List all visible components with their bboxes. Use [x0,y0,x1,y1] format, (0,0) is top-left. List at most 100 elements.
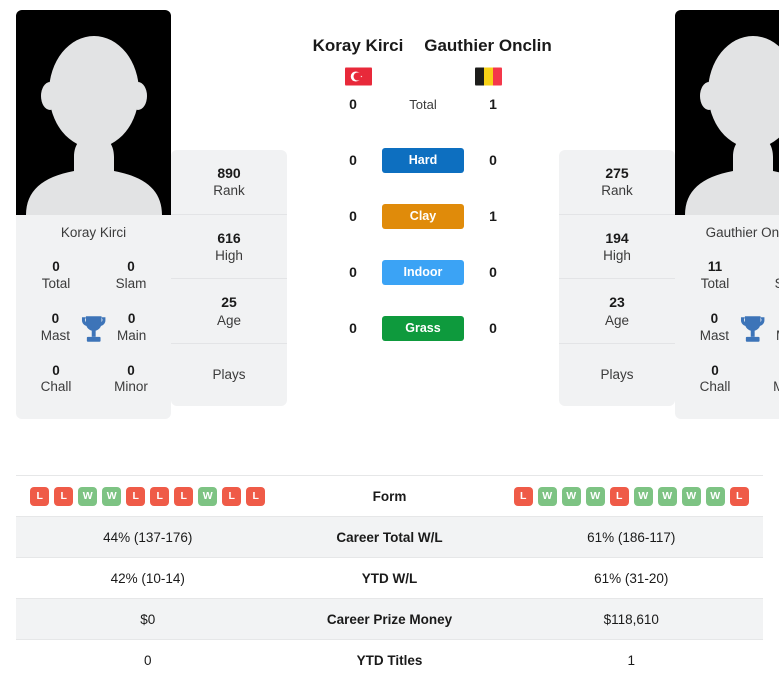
row-label: YTD W/L [361,570,418,586]
player-name-right-card: Gauthier Onclin [705,225,779,240]
row-value-right: $118,610 [603,611,659,627]
title-stat-value: 0 [764,259,779,276]
table-row-career-prize-money: $0 Career Prize Money $118,610 [16,598,763,639]
player-name-left[interactable]: Koray Kirci [293,10,423,59]
title-stat-label: Slam [764,276,779,293]
h2h-score-right: 1 [489,208,497,224]
player-card-right[interactable]: Gauthier Onclin 11 Total 0 Slam 0 Mast [675,10,779,420]
title-stat-label: Total [41,275,71,291]
form-badge-loss: L [126,486,146,506]
title-stat-value: 0 [127,362,135,378]
title-stat-label: Total [700,275,730,291]
form-cell-left: LLWWLLLWLL [16,486,280,506]
table-row-form: LLWWLLLWLL Form LWWWLWWWWL [16,475,763,516]
form-badge-win: W [705,486,725,506]
form-badge-win: W [561,486,581,506]
h2h-score-right: 0 [489,264,497,280]
comparison-stats-table: LLWWLLLWLL Form LWWWLWWWWL 44% (137-176)… [0,475,779,680]
h2h-row-total: 0 Total 1 [293,76,553,132]
form-badge-win: W [585,486,605,506]
stat-value: 616 [217,229,241,246]
stat-value: 23 [609,294,625,311]
title-stat-value: 0 [52,362,60,378]
form-strip-right: LWWWLWWWWL [500,486,764,506]
form-badge-win: W [681,486,701,506]
surface-badge-indoor[interactable]: Indoor [382,259,464,285]
form-cell-right: LWWWLWWWWL [500,486,764,506]
trophy-icon [81,315,106,342]
stat-high-left: 616 High [171,215,287,280]
h2h-row-grass: 0 Grass 0 [293,300,553,356]
form-badge-loss: L [513,486,533,506]
row-value-left: $0 [140,611,156,627]
title-stat-value: 0 [711,362,719,378]
stat-label: Age [216,312,242,328]
title-stat-slam: 0 Slam [764,259,779,293]
h2h-score-left: 0 [349,208,357,224]
title-stat-label: Mast [699,327,730,343]
stat-age-left: 25 Age [171,279,287,345]
stat-age-right: 23 Age [559,279,675,345]
table-row-ytd-titles: 0 YTD Titles 1 [16,639,763,680]
surface-label-total: Total [409,96,437,112]
player-photo-left [16,10,171,215]
title-stat-mast: 0 Mast [30,311,81,345]
surface-badge-grass[interactable]: Grass [382,315,464,341]
stat-label: Rank [601,183,633,199]
h2h-row-indoor: 0 Indoor 0 [293,244,553,300]
title-stat-label: Minor [773,379,779,395]
title-stat-value: 0 [51,310,60,326]
h2h-score-left: 0 [349,152,357,168]
title-stat-label: Slam [115,275,147,291]
form-badge-win: W [198,486,218,506]
row-label: Career Total W/L [336,529,443,545]
title-stat-slam: 0 Slam [105,259,157,293]
h2h-comparison-page: Koray Kirci 0 Total 0 Slam 0 Mast 0 Main… [0,0,779,699]
stat-value: 25 [221,294,237,311]
title-stat-value: 10 [764,363,779,380]
player-card-left[interactable]: Koray Kirci 0 Total 0 Slam 0 Mast 0 Main… [16,10,171,420]
row-value-right: 61% (31-20) [594,570,669,586]
title-stat-total: 0 Total [30,259,82,293]
h2h-score-left: 0 [349,320,357,336]
player-name-left-card: Koray Kirci [60,225,127,240]
player-heading-right: Gauthier Onclin [423,10,553,86]
title-stat-value: 0 [765,311,779,328]
player-heading-left: Koray Kirci [293,10,423,86]
form-badge-loss: L [150,486,170,506]
player-name-right[interactable]: Gauthier Onclin [423,10,553,59]
title-stat-label: Chall [40,379,72,395]
h2h-row-hard: 0 Hard 0 [293,132,553,188]
title-stat-label: Main [765,328,779,345]
title-stat-label: Main [116,327,147,343]
form-badge-win: W [78,486,98,506]
title-stat-label: Chall [699,379,731,395]
h2h-score-left: 0 [349,264,357,280]
titles-row: 0 Mast 0 Main [24,302,163,354]
form-badge-win: W [633,486,653,506]
avatar-silhouette-icon [684,36,779,215]
title-stat-chall: 0 Chall [689,363,741,397]
table-row-ytd-wl: 42% (10-14) YTD W/L 61% (31-20) [16,557,763,598]
stat-label: Plays [600,367,634,383]
form-badge-loss: L [174,486,194,506]
titles-row: 0 Total 0 Slam [24,250,163,302]
titles-grid-left: 0 Total 0 Slam 0 Mast 0 Main 0 Chall 0 M… [16,248,171,419]
row-label: Career Prize Money [326,611,453,627]
h2h-score-left: 0 [349,96,357,112]
trophy-icon [740,315,765,342]
title-stat-chall: 0 Chall [30,363,82,397]
stat-value: 890 [217,165,241,181]
row-value-left: 0 [143,652,152,668]
surface-badge-hard[interactable]: Hard [382,147,464,173]
form-badge-win: W [657,486,677,506]
row-value-right: 1 [627,652,635,668]
stat-rank-right: 275 Rank [559,150,675,215]
center-column: Koray Kirci Gauthier Onclin 0 Total 1 0 … [287,10,559,356]
title-stat-minor: 0 Minor [105,363,157,397]
avatar-silhouette-icon [25,36,162,215]
surface-badge-clay[interactable]: Clay [382,203,464,229]
row-value-right: 61% (186-117) [587,529,676,545]
titles-row: 11 Total 0 Slam [683,250,779,302]
h2h-row-clay: 0 Clay 1 [293,188,553,244]
